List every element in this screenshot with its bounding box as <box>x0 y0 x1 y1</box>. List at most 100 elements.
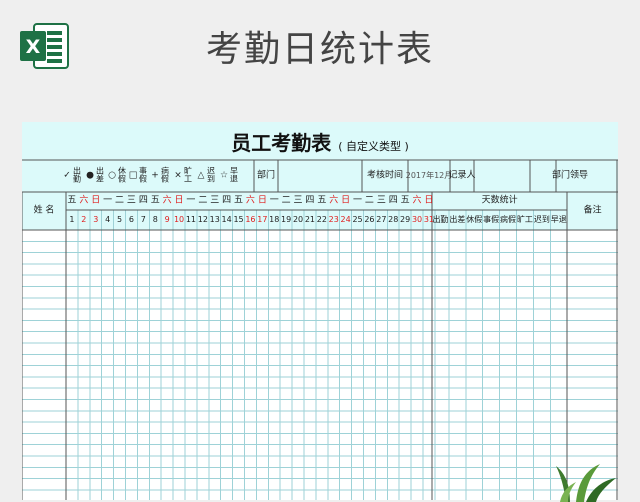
summary-column-header: 出差 <box>449 215 466 224</box>
department-label: 部门 <box>256 170 276 181</box>
day-number-cell: 17 <box>257 215 268 224</box>
day-number-cell: 8 <box>152 215 158 224</box>
day-number-cell: 28 <box>388 215 399 224</box>
legend-label: 病 假 <box>161 166 169 184</box>
page-title: 考勤日统计表 <box>205 29 434 70</box>
day-number-cell: 19 <box>281 215 292 224</box>
summary-column-header: 事假 <box>483 215 500 224</box>
day-number-cell: 22 <box>316 215 327 224</box>
weekday-cell: 五 <box>150 195 160 206</box>
legend-label: 休 假 <box>118 166 126 184</box>
weekday-cell: 五 <box>234 195 244 206</box>
weekday-cell: 二 <box>115 195 125 206</box>
legend-label: 旷 工 <box>184 166 192 184</box>
weekday-cell: 四 <box>305 195 315 206</box>
day-number-cell: 10 <box>173 215 185 224</box>
summary-column-header: 迟到 <box>533 215 550 224</box>
day-number-cell: 24 <box>340 215 351 224</box>
day-number-cell: 12 <box>197 215 208 224</box>
day-number-cell: 13 <box>209 215 220 224</box>
weekday-cell: 日 <box>91 195 101 206</box>
day-number-cell: 26 <box>364 215 375 224</box>
weekday-cell: 三 <box>126 195 136 206</box>
day-number-cell: 18 <box>269 215 280 224</box>
weekday-cell: 六 <box>329 195 339 206</box>
weekday-cell: 日 <box>341 195 351 206</box>
remark-header: 备注 <box>583 205 602 216</box>
day-number-cell: 9 <box>164 215 170 224</box>
weekday-cell: 日 <box>174 195 184 206</box>
period-value: 2017年12月 <box>405 171 453 180</box>
name-header: 姓 名 <box>33 205 55 216</box>
banner: X 考勤日统计表 <box>0 0 640 96</box>
leader-label: 部门领导 <box>551 170 589 181</box>
weekday-cell: 四 <box>388 195 398 206</box>
legend-symbol-icon: ☆ <box>219 170 229 181</box>
day-number-cell: 1 <box>69 215 75 224</box>
day-number-cell: 16 <box>245 215 256 224</box>
weekday-cell: 二 <box>281 195 291 206</box>
day-number-cell: 2 <box>81 215 87 224</box>
legend-symbol-icon: ○ <box>108 170 116 181</box>
weekday-cell: 四 <box>138 195 148 206</box>
legend-symbol-icon: × <box>174 170 182 181</box>
legend-symbol-icon: ● <box>86 170 94 181</box>
summary-column-header: 休假 <box>466 215 483 224</box>
plant-decoration <box>556 464 616 502</box>
day-number-cell: 15 <box>233 215 244 224</box>
weekday-cell: 五 <box>67 195 77 206</box>
legend-symbol-icon: △ <box>197 170 205 181</box>
sheet-subtitle: ( 自定义类型 ) <box>338 140 409 153</box>
weekday-cell: 一 <box>103 195 113 206</box>
legend-label: 早 退 <box>230 166 238 184</box>
day-number-cell: 14 <box>221 215 232 224</box>
weekday-cell: 六 <box>162 195 172 206</box>
period-label: 考核时间 <box>366 170 404 181</box>
weekday-cell: 六 <box>79 195 89 206</box>
day-number-cell: 23 <box>328 215 339 224</box>
weekday-cell: 三 <box>293 195 303 206</box>
legend-label: 出 差 <box>96 166 104 184</box>
day-number-cell: 5 <box>117 215 123 224</box>
day-number-cell: 27 <box>376 215 387 224</box>
day-number-cell: 29 <box>400 215 411 224</box>
summary-column-header: 出勤 <box>432 215 449 224</box>
summary-column-header: 早退 <box>550 215 567 224</box>
weekday-cell: 六 <box>412 195 422 206</box>
day-number-cell: 30 <box>411 215 423 224</box>
legend-symbol-icon: ✓ <box>63 170 71 181</box>
day-number-cell: 6 <box>128 215 134 224</box>
weekday-cell: 一 <box>353 195 363 206</box>
day-number-cell: 20 <box>292 215 304 224</box>
weekday-cell: 二 <box>364 195 374 206</box>
sheet-title-text: 员工考勤表 <box>231 131 332 155</box>
attendance-sheet: 员工考勤表 ( 自定义类型 ) ✓ 出 勤 ● 出 差 ○ 休 假 □ 事 假 + 病 假 × 旷 工… <box>22 122 618 500</box>
legend-symbol-icon: □ <box>128 170 138 181</box>
summary-column-header: 旷工 <box>516 215 533 224</box>
weekday-cell: 三 <box>376 195 386 206</box>
day-number-cell: 4 <box>105 215 111 224</box>
recorder-label: 记录人 <box>448 170 476 181</box>
day-number-cell: 11 <box>185 215 197 224</box>
day-number-cell: 21 <box>304 215 316 224</box>
weekday-cell: 日 <box>424 195 434 206</box>
legend-label: 迟 到 <box>207 166 215 184</box>
sheet-title: 员工考勤表 ( 自定义类型 ) <box>22 130 618 160</box>
day-number-cell: 7 <box>140 215 146 224</box>
weekday-cell: 三 <box>210 195 220 206</box>
weekday-cell: 一 <box>186 195 196 206</box>
legend-symbol-icon: + <box>151 170 159 181</box>
summary-header: 天数统计 <box>481 195 518 206</box>
weekday-cell: 二 <box>198 195 208 206</box>
weekday-cell: 四 <box>222 195 232 206</box>
weekday-cell: 六 <box>245 195 255 206</box>
day-number-cell: 3 <box>93 215 99 224</box>
legend-label: 出 勤 <box>73 166 81 184</box>
weekday-cell: 五 <box>400 195 410 206</box>
weekday-cell: 五 <box>317 195 327 206</box>
day-number-cell: 25 <box>352 215 363 224</box>
weekday-cell: 一 <box>269 195 279 206</box>
weekday-cell: 日 <box>257 195 267 206</box>
legend-label: 事 假 <box>139 166 147 184</box>
summary-column-header: 病假 <box>500 215 517 224</box>
